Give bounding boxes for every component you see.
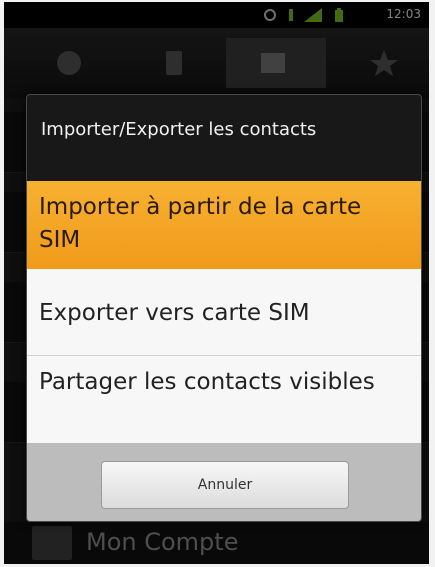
option-label: Partager les contacts visibles [39,369,375,395]
import-export-dialog: Importer/Exporter les contacts Importer … [26,94,422,522]
dialog-button-bar: Annuler [27,443,421,521]
cancel-button[interactable]: Annuler [101,461,349,509]
option-label: Exporter vers carte SIM [39,300,310,326]
option-import-sim[interactable]: Importer à partir de la carte SIM [27,181,421,269]
phone-screen: 12:03 Mon Compte Importer/Exporter les c… [4,2,429,564]
screenshot-frame: 12:03 Mon Compte Importer/Exporter les c… [0,0,435,567]
option-share-visible[interactable]: Partager les contacts visibles [27,356,421,443]
dialog-title: Importer/Exporter les contacts [41,119,317,140]
option-export-sim[interactable]: Exporter vers carte SIM [27,269,421,355]
option-label: Importer à partir de la carte SIM [39,194,362,253]
